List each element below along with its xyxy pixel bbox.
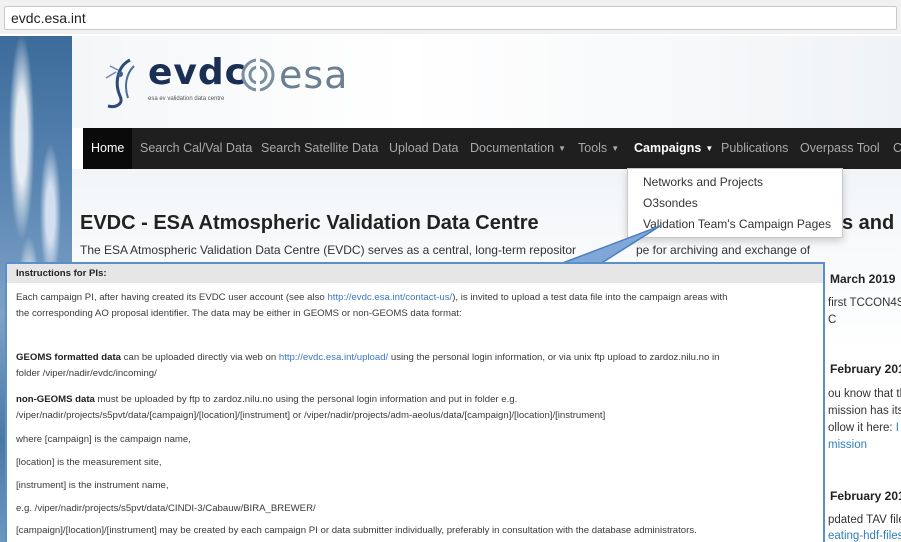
nav-upload-data[interactable]: Upload Data bbox=[389, 128, 459, 169]
paragraph-location-def: [location] is the measurement site, bbox=[16, 457, 162, 468]
paragraph-upload-intro: Each campaign PI, after having created i… bbox=[16, 292, 728, 303]
callout-pointer bbox=[559, 225, 661, 265]
news-link[interactable]: I bbox=[896, 422, 899, 434]
paragraph-non-geoms: non-GEOMS data must be uploaded by ftp t… bbox=[16, 394, 518, 405]
nav-overpass-tool[interactable]: Overpass Tool bbox=[800, 128, 880, 169]
evdc-logo[interactable]: evdc bbox=[148, 52, 247, 93]
intro-text: The ESA Atmospheric Validation Data Cent… bbox=[80, 243, 811, 257]
nav-documentation[interactable]: Documentation ▼ bbox=[470, 128, 566, 169]
news-link[interactable]: eating-hdf-files bbox=[828, 530, 901, 542]
dropdown-item-networks[interactable]: Networks and Projects bbox=[643, 175, 763, 189]
panel-heading: Instructions for PIs: bbox=[16, 268, 107, 279]
nav-publications[interactable]: Publications bbox=[721, 128, 788, 169]
news-date: March 2019 bbox=[830, 272, 896, 286]
esa-logo[interactable]: esa bbox=[241, 56, 348, 94]
panel-header bbox=[7, 264, 823, 283]
news-text: pdated TAV file bbox=[828, 514, 901, 526]
dropdown-item-o3sondes[interactable]: O3sondes bbox=[643, 196, 698, 210]
paragraph-geoms-cont: folder /viper/nadir/evdc/incoming/ bbox=[16, 368, 157, 379]
evdc-logo-subtitle: esa ev validation data centre bbox=[148, 96, 225, 102]
main-navbar: Home Search Cal/Val Data Search Satellit… bbox=[83, 128, 901, 169]
news-date: February 201 bbox=[830, 489, 901, 503]
browser-address-bar: evdc.esa.int bbox=[0, 0, 901, 34]
caret-down-icon: ▼ bbox=[558, 144, 566, 154]
news-text: ou know that th bbox=[828, 388, 901, 400]
news-text: mission has its bbox=[828, 405, 901, 417]
satellite-logo-icon bbox=[105, 58, 135, 108]
news-date: February 201 bbox=[830, 362, 901, 376]
contact-us-link[interactable]: http://evdc.esa.int/contact-us/ bbox=[327, 292, 452, 303]
caret-down-icon: ▼ bbox=[611, 144, 620, 154]
upload-link[interactable]: http://evdc.esa.int/upload/ bbox=[279, 352, 388, 363]
news-heading-truncated: s and bbox=[842, 212, 895, 234]
paragraph-non-geoms-paths: /viper/nadir/projects/s5pvt/data/[campai… bbox=[16, 410, 606, 421]
nav-campaigns[interactable]: Campaigns ▼ bbox=[634, 128, 713, 169]
caret-down-icon: ▼ bbox=[705, 144, 714, 154]
paragraph-instrument-def: [instrument] is the instrument name, bbox=[16, 480, 169, 491]
nav-more-truncated[interactable]: C bbox=[893, 128, 901, 169]
esa-logo-text: esa bbox=[279, 53, 349, 97]
news-link[interactable]: mission bbox=[828, 439, 867, 451]
news-text: C bbox=[828, 314, 837, 326]
paragraph-geoms: GEOMS formatted data can be uploaded dir… bbox=[16, 352, 720, 363]
nav-tools[interactable]: Tools ▼ bbox=[578, 128, 619, 169]
nav-home[interactable]: Home bbox=[83, 128, 132, 169]
dropdown-item-validation-campaigns[interactable]: Validation Team's Campaign Pages bbox=[643, 217, 831, 231]
paragraph-upload-intro-cont: the corresponding AO proposal identifier… bbox=[16, 308, 462, 319]
url-field[interactable]: evdc.esa.int bbox=[4, 6, 897, 30]
page-title: EVDC - ESA Atmospheric Validation Data C… bbox=[80, 212, 539, 234]
paragraph-example-path: e.g. /viper/nadir/projects/s5pvt/data/CI… bbox=[16, 503, 316, 514]
news-text: first TCCON4S bbox=[828, 297, 901, 309]
paragraph-creation-note: [campaign]/[location]/[instrument] may b… bbox=[16, 525, 697, 536]
esa-emblem-icon bbox=[241, 58, 275, 92]
instructions-panel: Instructions for PIs: Each campaign PI, … bbox=[5, 262, 825, 542]
nav-search-calval[interactable]: Search Cal/Val Data bbox=[140, 128, 252, 169]
nav-search-satellite[interactable]: Search Satellite Data bbox=[261, 128, 378, 169]
paragraph-campaign-def: where [campaign] is the campaign name, bbox=[16, 434, 191, 445]
news-text: ollow it here: I bbox=[828, 422, 899, 434]
